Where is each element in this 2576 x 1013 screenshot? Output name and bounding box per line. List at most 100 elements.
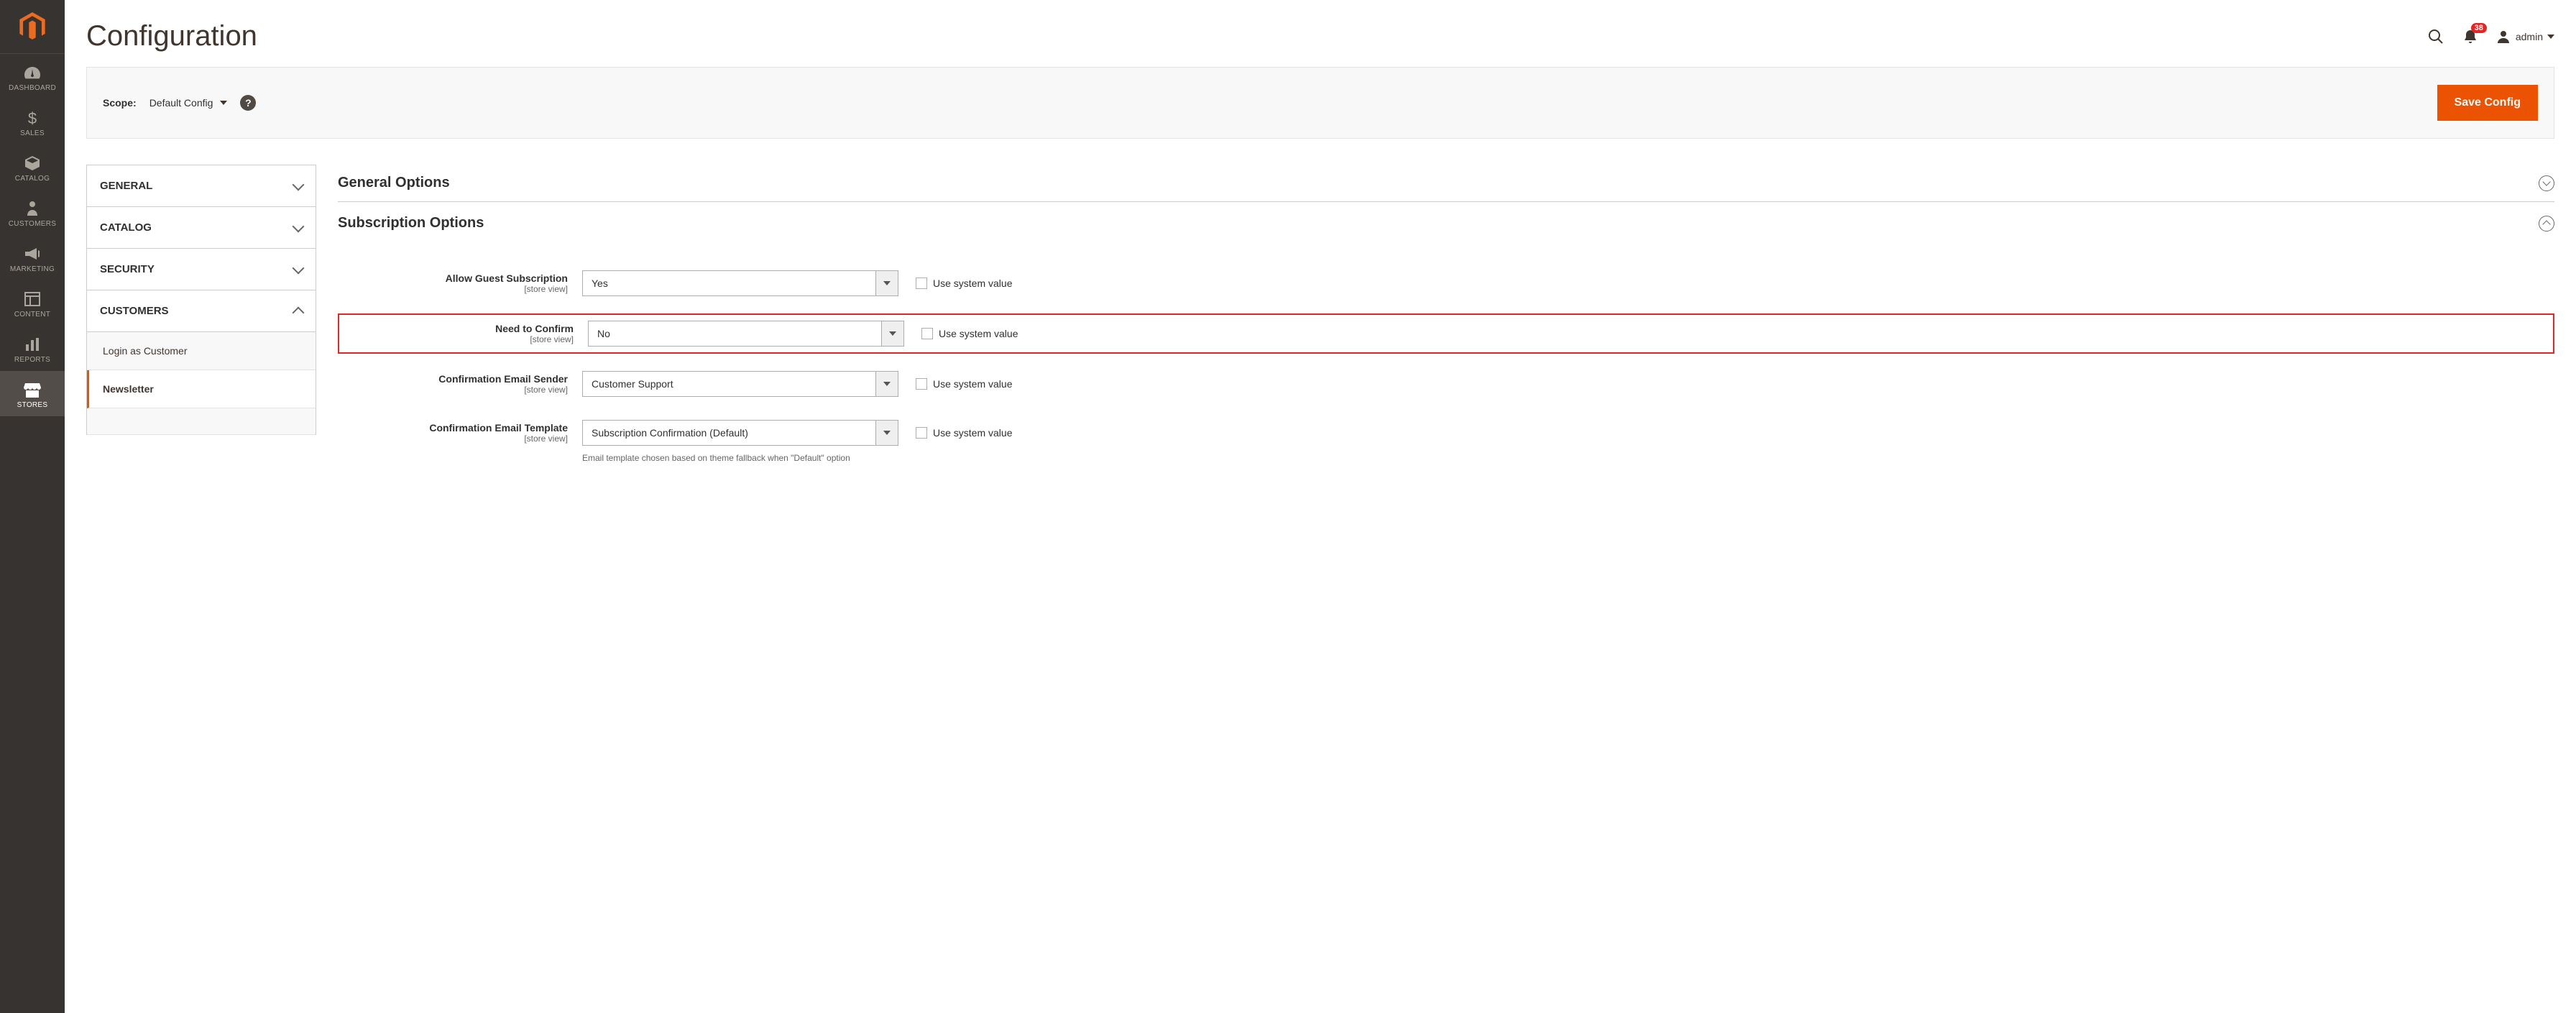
caret-down-icon (2547, 35, 2554, 39)
checkbox-icon (916, 427, 927, 439)
allow-guest-select[interactable]: Yes (582, 270, 898, 296)
section-title: Subscription Options (338, 215, 484, 232)
checkbox-icon (916, 378, 927, 390)
gauge-icon (22, 64, 42, 81)
scope-hint: [store view] (338, 284, 568, 294)
field-allow-guest-subscription: Allow Guest Subscription [store view] Ye… (338, 265, 2554, 302)
confirmation-sender-select[interactable]: Customer Support (582, 371, 898, 397)
section-toggle-expanded-icon (2539, 216, 2554, 232)
nav-catalog[interactable]: CATALOG (0, 145, 65, 190)
config-subtab-empty (87, 408, 316, 435)
layout-icon (22, 290, 42, 308)
nav-stores[interactable]: STORES (0, 371, 65, 416)
chevron-down-icon (293, 262, 305, 274)
caret-down-icon (220, 101, 227, 105)
admin-account-dropdown[interactable]: admin (2496, 29, 2554, 45)
use-system-label: Use system value (933, 278, 1012, 289)
confirmation-template-select[interactable]: Subscription Confirmation (Default) (582, 420, 898, 446)
use-system-label: Use system value (933, 378, 1012, 390)
scope-help-button[interactable]: ? (240, 95, 256, 111)
megaphone-icon (22, 245, 42, 262)
config-tab-general[interactable]: GENERAL (87, 165, 316, 207)
header-actions: 38 admin (2426, 27, 2554, 46)
nav-dashboard[interactable]: DASHBOARD (0, 54, 65, 99)
admin-username: admin (2516, 31, 2543, 42)
dollar-icon: $ (22, 109, 42, 127)
admin-sidebar: DASHBOARD $ SALES CATALOG CUSTOMERS MARK… (0, 0, 65, 1013)
scope-value: Default Config (150, 97, 213, 109)
field-need-to-confirm: Need to Confirm [store view] No Use syst… (338, 313, 2554, 354)
field-confirmation-email-template: Confirmation Email Template [store view]… (338, 414, 2554, 452)
config-tab-security[interactable]: SECURITY (87, 249, 316, 290)
scope-hint: [store view] (344, 334, 574, 344)
use-system-label: Use system value (933, 427, 1012, 439)
chevron-up-icon (293, 306, 305, 318)
config-tab-label: CATALOG (100, 221, 152, 234)
config-subtab-newsletter[interactable]: Newsletter (87, 370, 316, 408)
section-title: General Options (338, 175, 450, 191)
field-label: Need to Confirm (344, 323, 574, 334)
logo[interactable] (0, 0, 65, 54)
nav-label: REPORTS (14, 356, 50, 364)
nav-customers[interactable]: CUSTOMERS (0, 190, 65, 235)
scope-label: Scope: (103, 97, 137, 109)
nav-marketing[interactable]: MARKETING (0, 235, 65, 280)
use-system-value-checkbox[interactable]: Use system value (898, 427, 1012, 439)
magento-logo-icon (19, 12, 45, 41)
config-tabs: GENERAL CATALOG SECURITY CUSTOMERS Login… (86, 165, 316, 435)
nav-label: CUSTOMERS (9, 220, 56, 228)
notification-badge: 38 (2471, 23, 2487, 33)
nav-label: STORES (17, 401, 48, 409)
section-toggle-collapsed-icon (2539, 175, 2554, 191)
main-content: Configuration 38 admin Scope: (65, 0, 2576, 1013)
person-icon (22, 200, 42, 217)
save-config-button[interactable]: Save Config (2437, 85, 2538, 121)
nav-sales[interactable]: $ SALES (0, 99, 65, 145)
search-icon (2428, 29, 2444, 45)
template-hint: Email template chosen based on theme fal… (582, 453, 898, 463)
config-tab-label: SECURITY (100, 263, 155, 275)
config-subtab-login-as-customer[interactable]: Login as Customer (87, 332, 316, 370)
chevron-down-icon (293, 178, 305, 191)
use-system-label: Use system value (939, 328, 1018, 339)
nav-label: CONTENT (14, 311, 50, 318)
section-subscription-options[interactable]: Subscription Options (338, 205, 2554, 242)
scope-bar: Scope: Default Config ? Save Config (86, 67, 2554, 139)
nav-label: CATALOG (15, 175, 50, 183)
config-tab-label: CUSTOMERS (100, 305, 169, 317)
field-label: Confirmation Email Template (338, 422, 568, 434)
config-subtabs: Login as Customer Newsletter (87, 332, 316, 435)
use-system-value-checkbox[interactable]: Use system value (898, 378, 1012, 390)
box-icon (22, 155, 42, 172)
scope-hint: [store view] (338, 434, 568, 444)
nav-content[interactable]: CONTENT (0, 280, 65, 326)
bar-chart-icon (22, 336, 42, 353)
notifications-button[interactable]: 38 (2461, 27, 2480, 46)
nav-label: MARKETING (10, 265, 55, 273)
config-panel: General Options Subscription Options All… (338, 165, 2554, 463)
scope-switcher[interactable]: Default Config (150, 97, 228, 109)
svg-text:$: $ (28, 109, 37, 127)
scope-hint: [store view] (338, 385, 568, 395)
use-system-value-checkbox[interactable]: Use system value (904, 328, 1018, 339)
nav-label: SALES (20, 129, 45, 137)
user-icon (2496, 29, 2511, 45)
page-title: Configuration (86, 20, 257, 52)
subscription-fields: Allow Guest Subscription [store view] Ye… (338, 244, 2554, 463)
nav-label: DASHBOARD (9, 84, 56, 92)
checkbox-icon (921, 328, 933, 339)
config-tab-label: GENERAL (100, 180, 152, 192)
config-tab-customers[interactable]: CUSTOMERS (87, 290, 316, 332)
field-label: Allow Guest Subscription (338, 272, 568, 284)
need-to-confirm-select[interactable]: No (588, 321, 904, 347)
checkbox-icon (916, 278, 927, 289)
field-confirmation-email-sender: Confirmation Email Sender [store view] C… (338, 365, 2554, 403)
nav-reports[interactable]: REPORTS (0, 326, 65, 371)
field-label: Confirmation Email Sender (338, 373, 568, 385)
config-tab-catalog[interactable]: CATALOG (87, 207, 316, 249)
search-button[interactable] (2426, 27, 2445, 46)
chevron-down-icon (293, 220, 305, 232)
section-general-options[interactable]: General Options (338, 165, 2554, 202)
store-icon (22, 381, 42, 398)
use-system-value-checkbox[interactable]: Use system value (898, 278, 1012, 289)
